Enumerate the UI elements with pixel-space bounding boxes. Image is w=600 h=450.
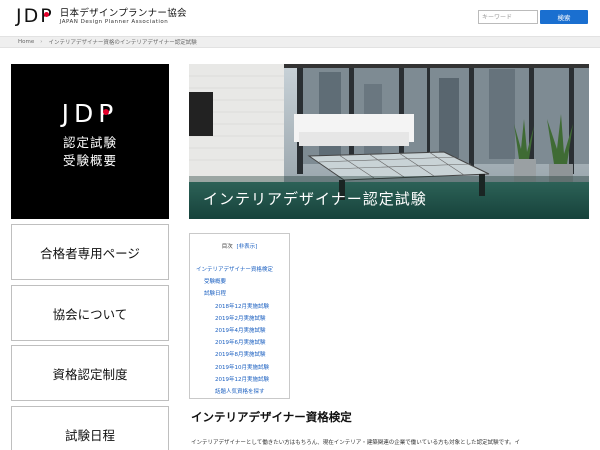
sidebar-item-passers-page[interactable]: 合格者専用ページ — [11, 224, 169, 280]
search-input[interactable] — [478, 10, 538, 24]
hero-subtitle: 認定試験 受験概要 — [11, 134, 169, 170]
logo-text: 日本デザインプランナー協会 JAPAN Design Planner Assoc… — [60, 8, 187, 26]
toc-item[interactable]: 受験概要 — [190, 276, 289, 288]
logo-mark-p-wrap: P — [40, 6, 53, 26]
search-button[interactable]: 検索 — [540, 10, 588, 24]
hero-banner: インテリアデザイナー認定試験 — [189, 64, 589, 219]
hero-line-2: 受験概要 — [62, 153, 117, 168]
section-heading: インテリアデザイナー資格検定 — [191, 410, 352, 424]
toc-item[interactable]: 2019年10月実施試験 — [190, 362, 289, 374]
toc-item[interactable]: 2019年8月実施試験 — [190, 349, 289, 361]
sidebar-item-certification[interactable]: 資格認定制度 — [11, 345, 169, 401]
logo-mark: JDP — [16, 6, 54, 26]
hero-logo-j: J — [61, 99, 75, 128]
hero-logo: JDP — [62, 100, 119, 128]
hero-logo-p-wrap: P — [98, 100, 118, 128]
hero-logo-d: D — [74, 99, 99, 128]
hero-line-1: 認定試験 — [62, 135, 117, 150]
toc-item[interactable]: 2019年6月実施試験 — [190, 337, 289, 349]
site-logo[interactable]: JDP 日本デザインプランナー協会 JAPAN Design Planner A… — [16, 6, 187, 26]
logo-mark-d: D — [23, 5, 41, 27]
toc-item[interactable]: インテリアデザイナー資格検定 — [190, 264, 289, 276]
toc-title-row: 目次 [非表示] — [190, 242, 289, 250]
logo-mark-j: J — [16, 5, 24, 27]
sidebar-item-about[interactable]: 協会について — [11, 285, 169, 341]
sidebar-item-schedule[interactable]: 試験日程 — [11, 406, 169, 450]
breadcrumb-home[interactable]: Home — [18, 39, 34, 45]
toc-item[interactable]: 話題人気資格を探す — [190, 386, 289, 398]
breadcrumb: Home › インテリアデザイナー資格のインテリアデザイナー認定試験 — [0, 36, 600, 48]
sidebar-hero[interactable]: JDP 認定試験 受験概要 — [11, 64, 169, 219]
banner-caption: インテリアデザイナー認定試験 — [203, 190, 427, 208]
toc-item[interactable]: 試験日程 — [190, 288, 289, 300]
toc-toggle[interactable]: [非表示] — [236, 244, 257, 250]
breadcrumb-current[interactable]: インテリアデザイナー資格のインテリアデザイナー認定試験 — [48, 38, 196, 46]
site-header: JDP 日本デザインプランナー協会 JAPAN Design Planner A… — [0, 0, 600, 34]
logo-jp: 日本デザインプランナー協会 — [59, 8, 187, 19]
toc-list: インテリアデザイナー資格検定 受験概要 試験日程 2018年12月実施試験 20… — [190, 264, 289, 398]
breadcrumb-separator: › — [40, 39, 43, 45]
toc-title: 目次 — [221, 244, 233, 250]
table-of-contents: 目次 [非表示] インテリアデザイナー資格検定 受験概要 試験日程 2018年1… — [189, 233, 290, 399]
toc-item[interactable]: 2019年12月実施試験 — [190, 374, 289, 386]
toc-item[interactable]: 2019年4月実施試験 — [190, 325, 289, 337]
toc-item[interactable]: 2019年2月実施試験 — [190, 313, 289, 325]
section-text: インテリアデザイナーとして働きたい方はもちろん、現在インテリア・建築関連の企業で… — [191, 440, 521, 446]
logo-en: JAPAN Design Planner Association — [59, 19, 169, 25]
toc-item[interactable]: 2018年12月実施試験 — [190, 301, 289, 313]
